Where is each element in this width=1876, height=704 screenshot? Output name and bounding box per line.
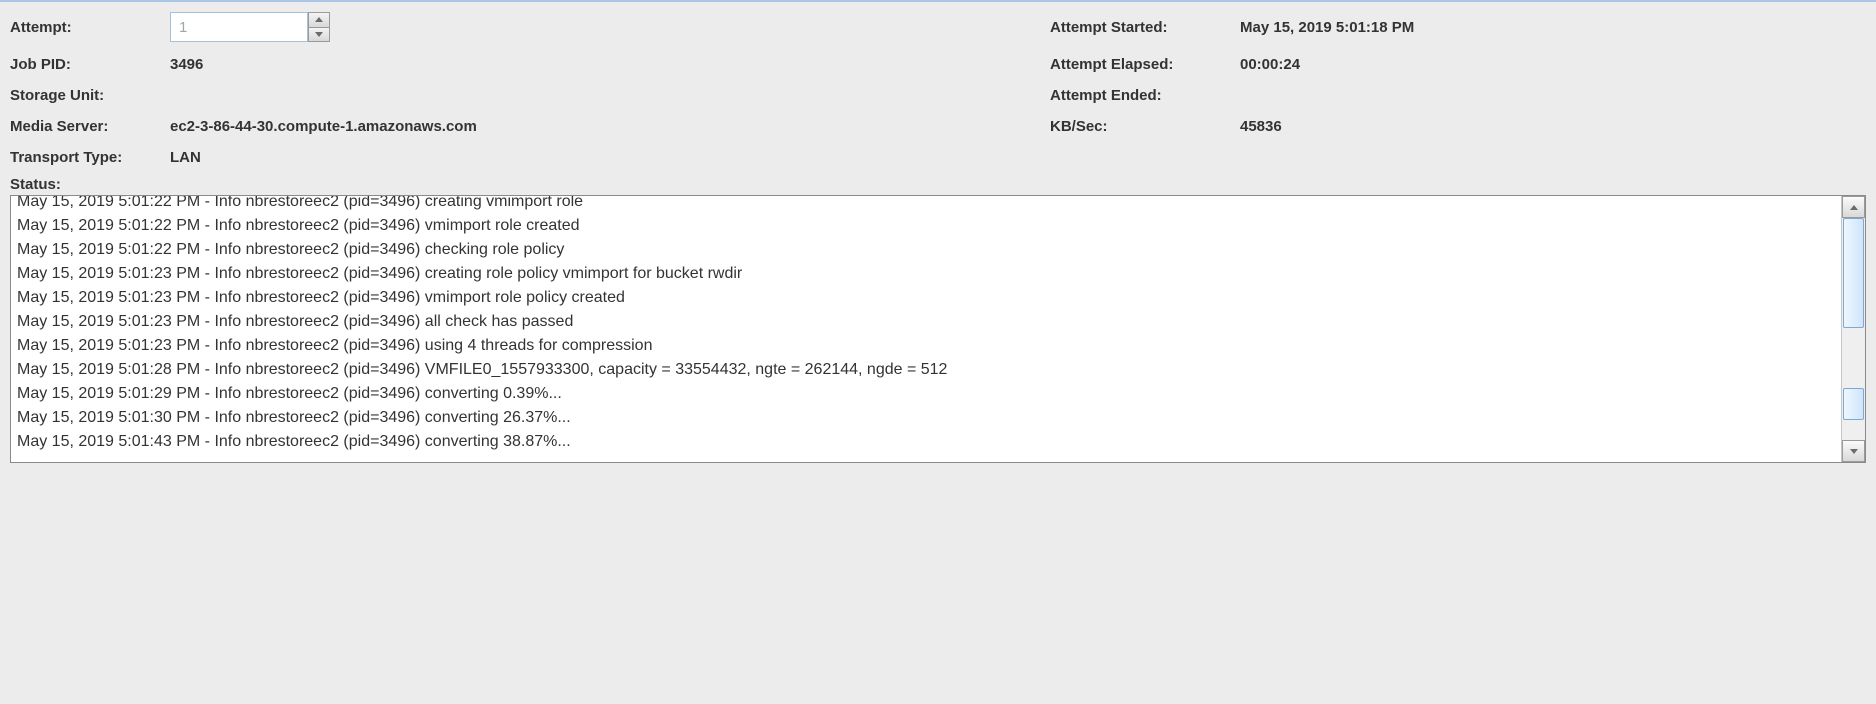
status-label: Status: bbox=[10, 176, 1866, 193]
kbsec-value: 45836 bbox=[1240, 118, 1540, 135]
mediaserver-value: ec2-3-86-44-30.compute-1.amazonaws.com bbox=[170, 118, 1050, 135]
log-line: May 15, 2019 5:01:22 PM - Info nbrestore… bbox=[17, 214, 1835, 238]
job-attempt-panel: Attempt: Attempt Started: May 15, 2019 5… bbox=[0, 0, 1876, 473]
log-line: May 15, 2019 5:01:30 PM - Info nbrestore… bbox=[17, 406, 1835, 430]
kbsec-label: KB/Sec: bbox=[1050, 118, 1240, 135]
log-line: May 15, 2019 5:01:23 PM - Info nbrestore… bbox=[17, 262, 1835, 286]
transport-label: Transport Type: bbox=[10, 149, 170, 166]
log-line: May 15, 2019 5:01:23 PM - Info nbrestore… bbox=[17, 310, 1835, 334]
spinner-buttons bbox=[308, 12, 330, 42]
spinner-up-button[interactable] bbox=[308, 12, 330, 27]
attempt-elapsed-label: Attempt Elapsed: bbox=[1050, 56, 1240, 73]
scrollbar-vertical[interactable] bbox=[1841, 196, 1865, 462]
log-line: May 15, 2019 5:01:28 PM - Info nbrestore… bbox=[17, 358, 1835, 382]
storageunit-label: Storage Unit: bbox=[10, 87, 170, 104]
log-line: May 15, 2019 5:01:43 PM - Info nbrestore… bbox=[17, 430, 1835, 454]
attempt-spinner[interactable] bbox=[170, 12, 330, 42]
chevron-up-icon bbox=[1850, 205, 1858, 210]
chevron-up-icon bbox=[315, 17, 323, 22]
scroll-up-button[interactable] bbox=[1842, 196, 1865, 218]
chevron-down-icon bbox=[1850, 449, 1858, 454]
transport-value: LAN bbox=[170, 149, 1050, 166]
attempt-input[interactable] bbox=[170, 12, 308, 42]
log-line: May 15, 2019 5:01:23 PM - Info nbrestore… bbox=[17, 286, 1835, 310]
status-log-container: May 15, 2019 5:01:22 PM - Info nbrestore… bbox=[10, 195, 1866, 463]
fields-grid: Attempt: Attempt Started: May 15, 2019 5… bbox=[10, 12, 1866, 166]
scroll-thumb-secondary[interactable] bbox=[1843, 388, 1864, 420]
log-line: May 15, 2019 5:01:22 PM - Info nbrestore… bbox=[17, 238, 1835, 262]
attempt-ended-label: Attempt Ended: bbox=[1050, 87, 1240, 104]
attempt-label: Attempt: bbox=[10, 19, 170, 36]
log-line: May 15, 2019 5:01:23 PM - Info nbrestore… bbox=[17, 334, 1835, 358]
jobpid-label: Job PID: bbox=[10, 56, 170, 73]
scroll-track[interactable] bbox=[1842, 218, 1865, 440]
status-log[interactable]: May 15, 2019 5:01:22 PM - Info nbrestore… bbox=[11, 196, 1841, 462]
attempt-value-cell bbox=[170, 12, 1050, 42]
log-line: May 15, 2019 5:01:22 PM - Info nbrestore… bbox=[17, 196, 1835, 214]
attempt-started-value: May 15, 2019 5:01:18 PM bbox=[1240, 19, 1540, 36]
attempt-started-label: Attempt Started: bbox=[1050, 19, 1240, 36]
spinner-down-button[interactable] bbox=[308, 27, 330, 43]
attempt-elapsed-value: 00:00:24 bbox=[1240, 56, 1540, 73]
mediaserver-label: Media Server: bbox=[10, 118, 170, 135]
jobpid-value: 3496 bbox=[170, 56, 1050, 73]
log-line: May 15, 2019 5:01:29 PM - Info nbrestore… bbox=[17, 382, 1835, 406]
scroll-down-button[interactable] bbox=[1842, 440, 1865, 462]
scroll-thumb[interactable] bbox=[1843, 218, 1864, 328]
chevron-down-icon bbox=[315, 32, 323, 37]
